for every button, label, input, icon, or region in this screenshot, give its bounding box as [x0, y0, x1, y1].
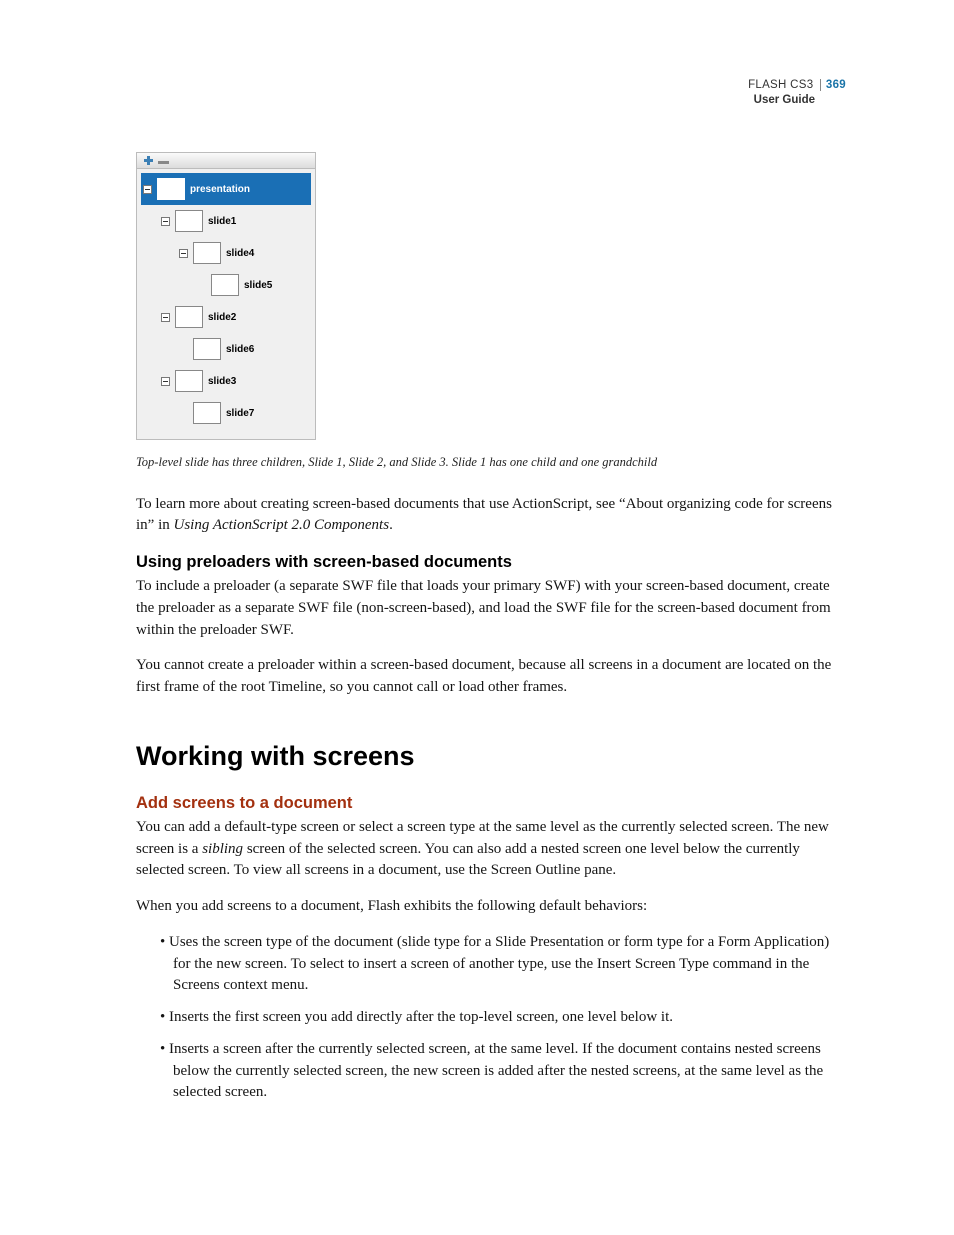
text-run: .: [389, 517, 393, 533]
list-item: Inserts a screen after the currently sel…: [149, 1039, 836, 1104]
tree-row[interactable]: slide1: [141, 205, 311, 237]
tree-row[interactable]: slide5: [141, 269, 311, 301]
tree-row[interactable]: presentation: [141, 173, 311, 205]
screen-thumbnail: [193, 338, 221, 360]
screen-thumbnail: [175, 370, 203, 392]
tree-row[interactable]: slide7: [141, 397, 311, 429]
screen-label: presentation: [190, 184, 250, 195]
toggle-spacer: [179, 409, 188, 418]
tree-row[interactable]: slide4: [141, 237, 311, 269]
screen-label: slide1: [208, 216, 236, 227]
screen-label: slide5: [244, 280, 272, 291]
screen-thumbnail: [193, 242, 221, 264]
screen-label: slide3: [208, 376, 236, 387]
heading-working-with-screens: Working with screens: [136, 741, 836, 772]
collapse-icon[interactable]: [143, 185, 152, 194]
collapse-icon[interactable]: [161, 377, 170, 386]
body-paragraph: To include a preloader (a separate SWF f…: [136, 576, 836, 641]
tree-row[interactable]: slide2: [141, 301, 311, 333]
page-content: presentation slide1 slide4 slide5 slide2 slid…: [136, 152, 836, 1118]
screen-thumbnail: [175, 210, 203, 232]
screen-thumbnail: [175, 306, 203, 328]
screen-thumbnail: [157, 178, 185, 200]
figure-caption: Top-level slide has three children, Slid…: [136, 454, 836, 472]
toggle-spacer: [179, 345, 188, 354]
screen-thumbnail: [193, 402, 221, 424]
page-number: 369: [820, 79, 846, 91]
heading-preloaders: Using preloaders with screen-based docum…: [136, 553, 836, 572]
screen-label: slide6: [226, 344, 254, 355]
remove-screen-icon[interactable]: [158, 161, 169, 164]
screen-label: slide7: [226, 408, 254, 419]
book-title: Using ActionScript 2.0 Components: [174, 517, 390, 533]
body-paragraph: When you add screens to a document, Flas…: [136, 896, 836, 918]
product-name: FLASH CS3: [748, 79, 813, 91]
screen-outline-panel: presentation slide1 slide4 slide5 slide2 slid…: [136, 152, 316, 440]
body-paragraph: You cannot create a preloader within a s…: [136, 655, 836, 699]
screen-label: slide2: [208, 312, 236, 323]
screen-tree: presentation slide1 slide4 slide5 slide2 slid…: [137, 169, 315, 439]
body-paragraph: To learn more about creating screen-base…: [136, 494, 836, 538]
list-item: Inserts the first screen you add directl…: [149, 1007, 836, 1029]
behavior-list: Uses the screen type of the document (sl…: [136, 932, 836, 1104]
emphasis: sibling: [202, 841, 243, 857]
tree-row[interactable]: slide6: [141, 333, 311, 365]
tree-row[interactable]: slide3: [141, 365, 311, 397]
collapse-icon[interactable]: [161, 217, 170, 226]
page-header: FLASH CS3 369 User Guide: [748, 78, 846, 108]
body-paragraph: You can add a default-type screen or sel…: [136, 817, 836, 882]
heading-add-screens: Add screens to a document: [136, 794, 836, 813]
screen-thumbnail: [211, 274, 239, 296]
collapse-icon[interactable]: [161, 313, 170, 322]
screen-label: slide4: [226, 248, 254, 259]
add-screen-icon[interactable]: [143, 155, 154, 166]
collapse-icon[interactable]: [179, 249, 188, 258]
panel-toolbar: [137, 153, 315, 169]
toggle-spacer: [197, 281, 206, 290]
guide-label: User Guide: [748, 93, 846, 108]
list-item: Uses the screen type of the document (sl…: [149, 932, 836, 997]
